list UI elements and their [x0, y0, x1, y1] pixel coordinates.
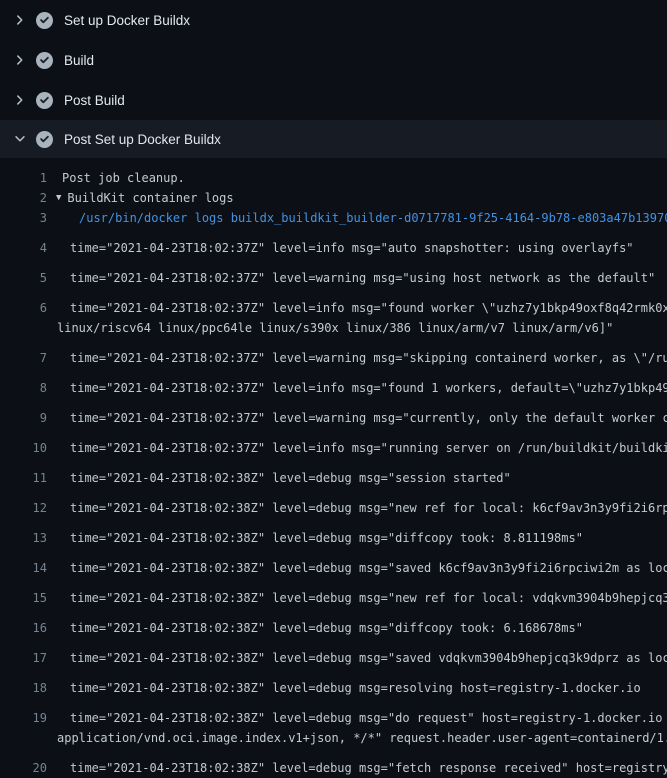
- step-section-header-set-up-docker-buildx[interactable]: Set up Docker Buildx: [0, 0, 667, 40]
- log-line-number[interactable]: 13: [0, 528, 47, 548]
- log-line: 19 time="2021-04-23T18:02:38Z" level=deb…: [0, 698, 667, 728]
- log-line-number[interactable]: 15: [0, 588, 47, 608]
- log-line-number[interactable]: 5: [0, 268, 47, 288]
- log-line-text: time="2021-04-23T18:02:38Z" level=debug …: [70, 708, 667, 728]
- log-line: 3 /usr/bin/docker logs buildx_buildkit_b…: [0, 208, 667, 228]
- log-line: 5 time="2021-04-23T18:02:37Z" level=warn…: [0, 258, 667, 288]
- log-line-number[interactable]: 7: [0, 348, 47, 368]
- log-line-text: time="2021-04-23T18:02:37Z" level=warnin…: [70, 268, 655, 288]
- log-line-number[interactable]: 1: [0, 168, 47, 188]
- log-line-number[interactable]: 10: [0, 438, 47, 458]
- log-line-text: Post job cleanup.: [62, 168, 185, 188]
- log-viewer: 1 Post job cleanup. 2 ▼ BuildKit contain…: [0, 158, 667, 778]
- log-line-text: time="2021-04-23T18:02:38Z" level=debug …: [70, 558, 667, 578]
- log-line-text: time="2021-04-23T18:02:38Z" level=debug …: [70, 648, 667, 668]
- workflow-steps-list: Set up Docker Buildx Build Post Build Po…: [0, 0, 667, 158]
- check-circle-icon: [36, 131, 53, 148]
- step-section-label: Post Set up Docker Buildx: [64, 132, 221, 147]
- log-line: 18 time="2021-04-23T18:02:38Z" level=deb…: [0, 668, 667, 698]
- step-section-header-post-set-up-docker-buildx[interactable]: Post Set up Docker Buildx: [0, 120, 667, 158]
- log-line-text: time="2021-04-23T18:02:37Z" level=info m…: [70, 238, 634, 258]
- log-line-number[interactable]: 9: [0, 408, 47, 428]
- log-line-text: application/vnd.oci.image.index.v1+json,…: [57, 728, 667, 748]
- step-section-header-build[interactable]: Build: [0, 40, 667, 80]
- log-line-number[interactable]: 4: [0, 238, 47, 258]
- log-line: 20 time="2021-04-23T18:02:38Z" level=deb…: [0, 748, 667, 778]
- log-line-text[interactable]: BuildKit container logs: [67, 188, 233, 208]
- log-line-text: time="2021-04-23T18:02:37Z" level=info m…: [70, 378, 667, 398]
- log-line-number[interactable]: 14: [0, 558, 47, 578]
- log-line-number[interactable]: [0, 728, 47, 748]
- log-line-text: time="2021-04-23T18:02:37Z" level=info m…: [70, 298, 667, 318]
- log-line-number[interactable]: [0, 318, 47, 338]
- log-line: 13 time="2021-04-23T18:02:38Z" level=deb…: [0, 518, 667, 548]
- log-line-number[interactable]: 8: [0, 378, 47, 398]
- check-circle-icon: [36, 12, 53, 29]
- chevron-right-icon: [13, 13, 27, 27]
- log-line: 4 time="2021-04-23T18:02:37Z" level=info…: [0, 228, 667, 258]
- log-line: 1 Post job cleanup.: [0, 168, 667, 188]
- log-line-number[interactable]: 2: [0, 188, 47, 208]
- expand-triangle-icon[interactable]: ▼: [56, 188, 61, 208]
- log-line-number[interactable]: 20: [0, 758, 47, 778]
- log-line: 10 time="2021-04-23T18:02:37Z" level=inf…: [0, 428, 667, 458]
- step-section-label: Post Build: [64, 93, 125, 108]
- log-line: 12 time="2021-04-23T18:02:38Z" level=deb…: [0, 488, 667, 518]
- log-line: linux/riscv64 linux/ppc64le linux/s390x …: [0, 318, 667, 338]
- log-line: 2 ▼ BuildKit container logs: [0, 188, 667, 208]
- log-line-number[interactable]: 19: [0, 708, 47, 728]
- step-section-label: Set up Docker Buildx: [64, 13, 190, 28]
- log-line-text: time="2021-04-23T18:02:38Z" level=debug …: [70, 618, 583, 638]
- check-circle-icon: [36, 92, 53, 109]
- log-line-text: time="2021-04-23T18:02:38Z" level=debug …: [70, 528, 583, 548]
- log-line: 6 time="2021-04-23T18:02:37Z" level=info…: [0, 288, 667, 318]
- log-line-number[interactable]: 12: [0, 498, 47, 518]
- log-line: 8 time="2021-04-23T18:02:37Z" level=info…: [0, 368, 667, 398]
- log-line: 17 time="2021-04-23T18:02:38Z" level=deb…: [0, 638, 667, 668]
- step-section-header-post-build[interactable]: Post Build: [0, 80, 667, 120]
- log-line: 15 time="2021-04-23T18:02:38Z" level=deb…: [0, 578, 667, 608]
- log-line-text: linux/riscv64 linux/ppc64le linux/s390x …: [57, 318, 613, 338]
- log-line-number[interactable]: 16: [0, 618, 47, 638]
- chevron-right-icon: [13, 53, 27, 67]
- log-line: 16 time="2021-04-23T18:02:38Z" level=deb…: [0, 608, 667, 638]
- log-line-text: time="2021-04-23T18:02:37Z" level=warnin…: [70, 348, 667, 368]
- log-line: 9 time="2021-04-23T18:02:37Z" level=warn…: [0, 398, 667, 428]
- log-line: application/vnd.oci.image.index.v1+json,…: [0, 728, 667, 748]
- log-line-number[interactable]: 11: [0, 468, 47, 488]
- check-circle-icon: [36, 52, 53, 69]
- log-line-number[interactable]: 18: [0, 678, 47, 698]
- log-line-number[interactable]: 3: [0, 208, 47, 228]
- log-line-text: time="2021-04-23T18:02:37Z" level=warnin…: [70, 408, 667, 428]
- log-line-text: time="2021-04-23T18:02:38Z" level=debug …: [70, 758, 667, 778]
- log-line: 7 time="2021-04-23T18:02:37Z" level=warn…: [0, 338, 667, 368]
- log-line-number[interactable]: 17: [0, 648, 47, 668]
- log-line: 14 time="2021-04-23T18:02:38Z" level=deb…: [0, 548, 667, 578]
- chevron-down-icon: [13, 132, 27, 146]
- chevron-right-icon: [13, 93, 27, 107]
- log-line-text: time="2021-04-23T18:02:38Z" level=debug …: [70, 468, 511, 488]
- log-line-text: /usr/bin/docker logs buildx_buildkit_bui…: [79, 208, 667, 228]
- step-section-label: Build: [64, 53, 94, 68]
- log-line-text: time="2021-04-23T18:02:37Z" level=info m…: [70, 438, 667, 458]
- log-line-text: time="2021-04-23T18:02:38Z" level=debug …: [70, 498, 667, 518]
- log-line-text: time="2021-04-23T18:02:38Z" level=debug …: [70, 678, 641, 698]
- log-line: 11 time="2021-04-23T18:02:38Z" level=deb…: [0, 458, 667, 488]
- log-line-text: time="2021-04-23T18:02:38Z" level=debug …: [70, 588, 667, 608]
- log-line-number[interactable]: 6: [0, 298, 47, 318]
